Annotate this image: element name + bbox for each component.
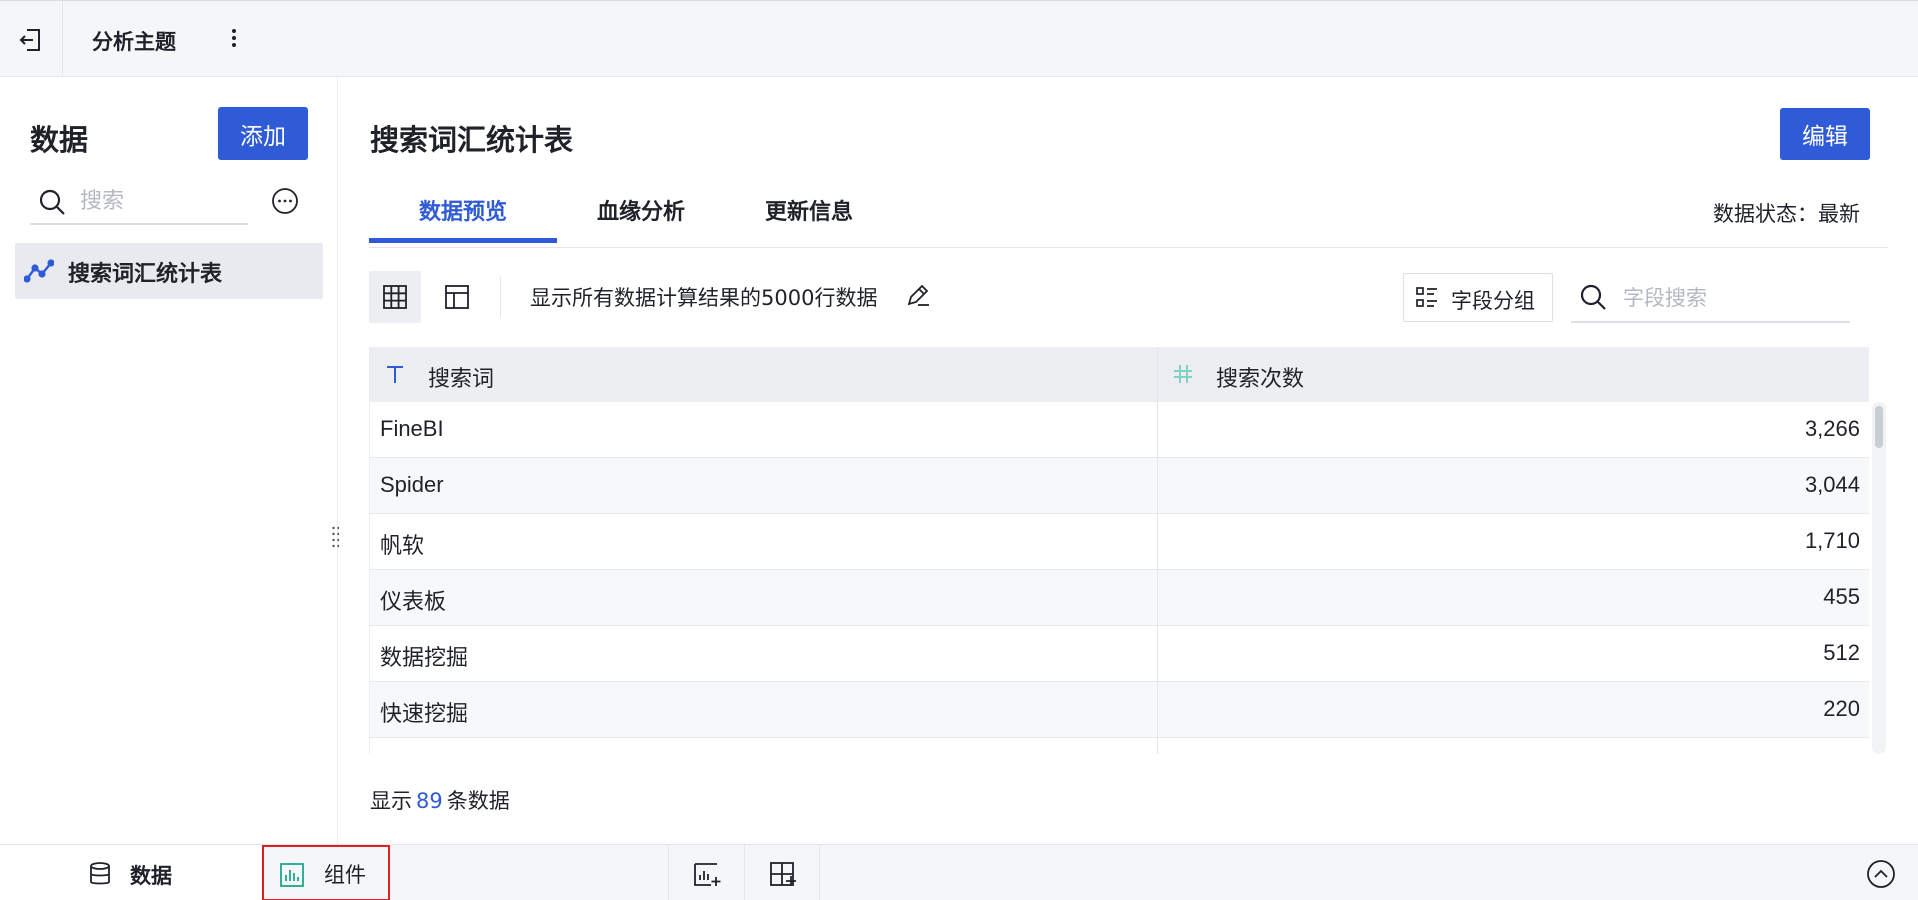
sidebar-item-dataset[interactable]: 搜索词汇统计表 bbox=[15, 243, 323, 299]
number-type-icon bbox=[1174, 365, 1192, 383]
column-header-count[interactable]: 搜索次数 bbox=[1158, 347, 1869, 402]
sidebar-search-input[interactable] bbox=[80, 183, 240, 219]
add-dashboard-button[interactable] bbox=[744, 845, 820, 900]
table-row[interactable]: 仪表板 455 bbox=[370, 570, 1869, 626]
table-row[interactable]: FineBI 3,266 bbox=[370, 402, 1869, 458]
divider bbox=[62, 1, 63, 77]
database-icon bbox=[90, 862, 110, 885]
tabs-divider bbox=[369, 247, 1888, 248]
more-vertical-icon[interactable] bbox=[228, 25, 240, 51]
toolbar-divider bbox=[500, 277, 501, 317]
add-component-button[interactable] bbox=[668, 845, 744, 900]
tab-lineage-analysis[interactable]: 血缘分析 bbox=[557, 194, 725, 246]
page-title: 搜索词汇统计表 bbox=[370, 123, 574, 157]
sidebar-item-label: 搜索词汇统计表 bbox=[68, 262, 223, 287]
column-header-term[interactable]: 搜索词 bbox=[370, 347, 1157, 402]
table-row[interactable]: 数据挖掘 512 bbox=[370, 626, 1869, 682]
add-button[interactable]: 添加 bbox=[218, 107, 308, 160]
table-row[interactable]: 帆软 1,710 bbox=[370, 514, 1869, 570]
layout-icon bbox=[445, 285, 469, 309]
bottom-tab-component[interactable]: 组件 bbox=[262, 845, 390, 900]
data-status: 数据状态：最新 bbox=[1713, 202, 1860, 226]
row-count-number: 89 bbox=[416, 789, 443, 813]
search-icon bbox=[1580, 284, 1606, 310]
cell-count: 512 bbox=[1823, 640, 1860, 665]
field-group-icon bbox=[1416, 287, 1437, 307]
field-group-label: 字段分组 bbox=[1451, 289, 1535, 313]
table-row-partial bbox=[370, 738, 1869, 754]
row-count-suffix: 条数据 bbox=[446, 789, 510, 813]
preview-rows-text: 显示所有数据计算结果的5000行数据 bbox=[530, 286, 878, 310]
tab-update-info[interactable]: 更新信息 bbox=[725, 194, 893, 246]
column-header-label: 搜索词 bbox=[428, 367, 495, 392]
collapse-up-icon[interactable] bbox=[1866, 859, 1896, 889]
row-count: 显示 89 条数据 bbox=[370, 785, 510, 815]
cell-term: 快速挖掘 bbox=[380, 701, 469, 726]
sidebar-search bbox=[30, 179, 248, 225]
bar-chart-icon bbox=[280, 863, 304, 887]
table-scrollbar[interactable] bbox=[1872, 402, 1886, 754]
grid-view-button[interactable] bbox=[369, 271, 421, 323]
cell-term: 数据挖掘 bbox=[380, 645, 469, 670]
field-group-button[interactable]: 字段分组 bbox=[1403, 273, 1553, 322]
exit-icon[interactable] bbox=[18, 27, 44, 53]
active-tab-indicator bbox=[369, 238, 557, 243]
row-count-prefix: 显示 bbox=[370, 789, 412, 813]
more-options-icon[interactable] bbox=[270, 186, 300, 216]
edit-button[interactable]: 编辑 bbox=[1780, 108, 1870, 160]
table-row[interactable]: 快速挖掘 220 bbox=[370, 682, 1869, 738]
cell-term: 仪表板 bbox=[380, 589, 447, 614]
add-chart-icon bbox=[694, 863, 721, 886]
column-divider bbox=[1157, 347, 1158, 754]
field-search-input[interactable] bbox=[1623, 280, 1833, 316]
table-header: 搜索词 搜索次数 bbox=[370, 347, 1869, 402]
cell-term: Spider bbox=[380, 472, 444, 497]
sidebar-title: 数据 bbox=[30, 123, 89, 157]
edit-pen-icon[interactable] bbox=[905, 282, 931, 308]
bottom-tab-data-label: 数据 bbox=[130, 864, 172, 888]
add-dashboard-icon bbox=[770, 862, 796, 886]
cell-term: 帆软 bbox=[380, 533, 425, 558]
topic-title: 分析主题 bbox=[92, 30, 176, 54]
layout-view-button[interactable] bbox=[431, 271, 483, 323]
cell-count: 220 bbox=[1823, 696, 1860, 721]
cell-count: 3,266 bbox=[1804, 416, 1860, 441]
bottom-tab-component-label: 组件 bbox=[324, 863, 366, 887]
trend-line-icon bbox=[24, 259, 54, 283]
main-panel: 搜索词汇统计表 编辑 数据预览 血缘分析 更新信息 数据状态：最新 显示所有数据… bbox=[339, 77, 1918, 844]
data-table: 搜索词 搜索次数 FineBI 3,266 Spider 3,044 帆软 1,… bbox=[369, 347, 1869, 754]
table-row[interactable]: Spider 3,044 bbox=[370, 458, 1869, 514]
search-icon bbox=[39, 189, 65, 215]
cell-count: 455 bbox=[1823, 584, 1860, 609]
text-type-icon bbox=[387, 366, 403, 383]
cell-term: FineBI bbox=[380, 416, 444, 441]
field-search bbox=[1571, 273, 1850, 323]
grid-icon bbox=[383, 285, 407, 309]
bottom-tab-data[interactable]: 数据 bbox=[0, 845, 262, 900]
scrollbar-thumb[interactable] bbox=[1875, 406, 1883, 448]
column-header-label: 搜索次数 bbox=[1216, 367, 1305, 392]
cell-count: 1,710 bbox=[1804, 528, 1860, 553]
data-sidebar: 数据 添加 搜索词汇统计表 bbox=[0, 77, 340, 844]
top-bar: 分析主题 bbox=[0, 0, 1918, 77]
bottom-bar: 数据 组件 bbox=[0, 844, 1918, 900]
cell-count: 3,044 bbox=[1804, 472, 1860, 497]
